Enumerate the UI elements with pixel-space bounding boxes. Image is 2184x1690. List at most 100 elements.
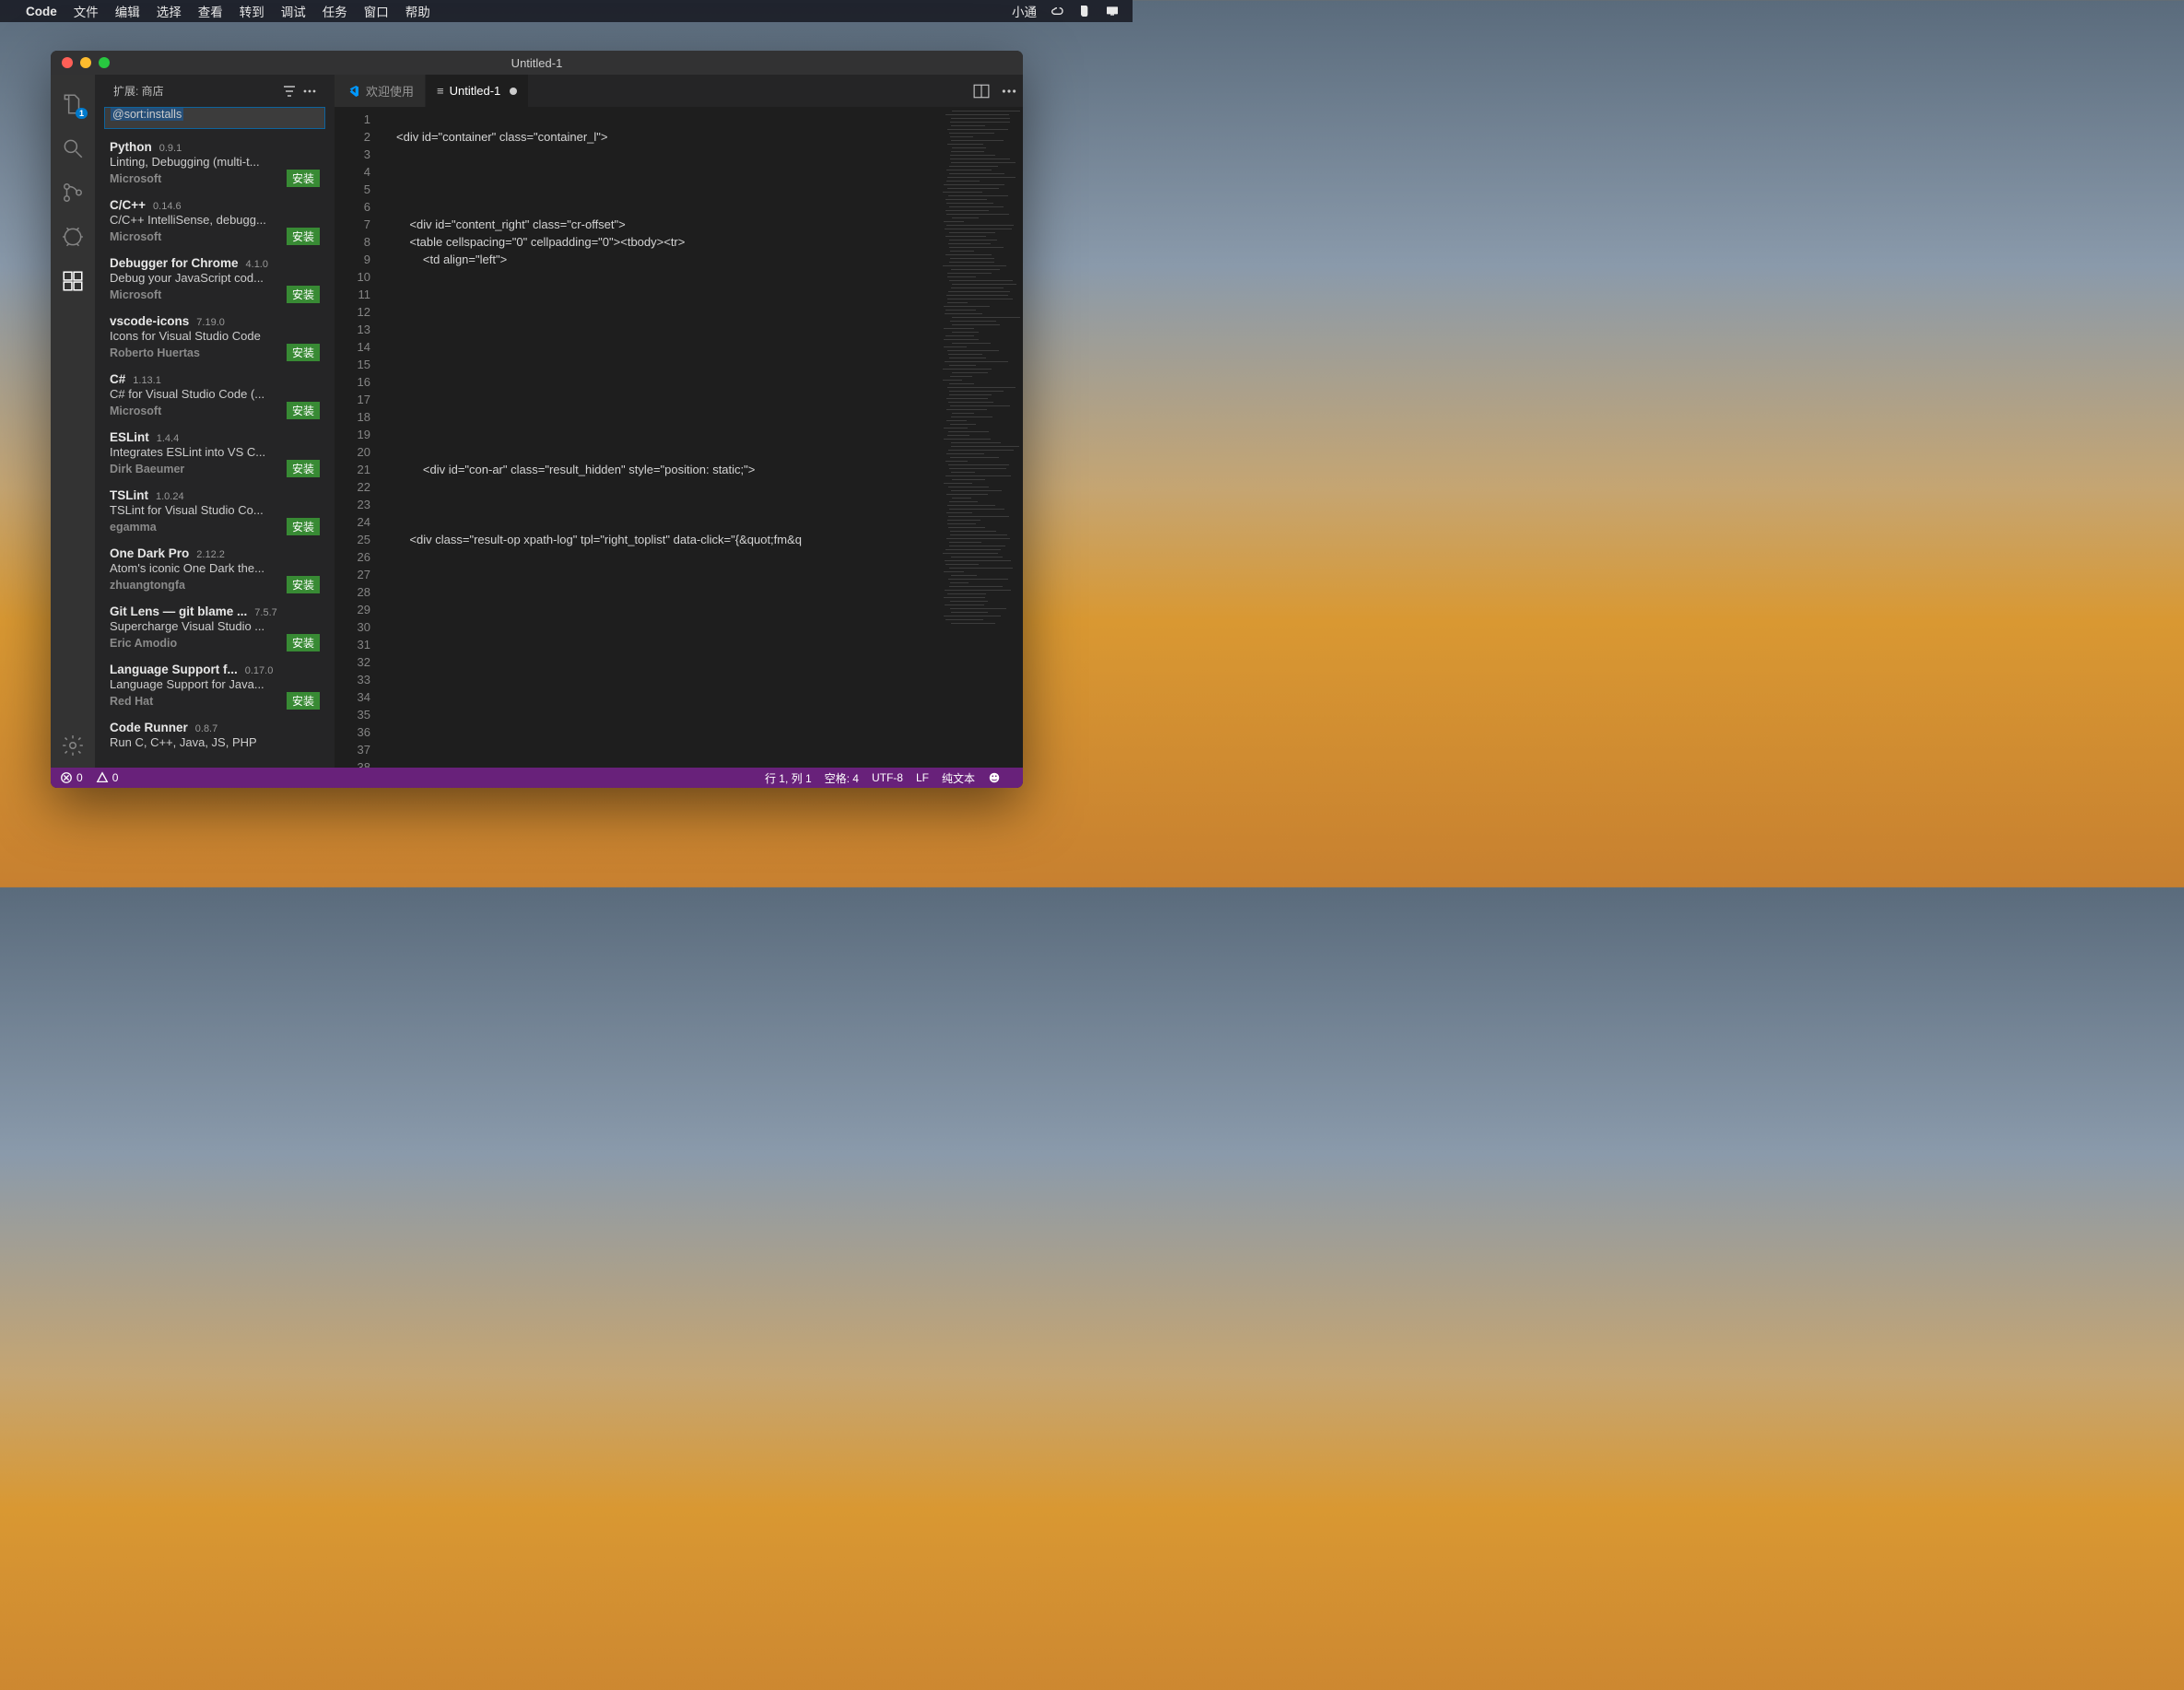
extension-item[interactable]: Python0.9.1 Linting, Debugging (multi-t.… xyxy=(95,135,335,193)
status-errors[interactable]: 0 xyxy=(60,771,83,784)
ext-name: Debugger for Chrome xyxy=(110,256,239,270)
ext-version: 0.14.6 xyxy=(153,201,182,212)
menu-go[interactable]: 转到 xyxy=(240,2,264,20)
status-encoding[interactable]: UTF-8 xyxy=(872,771,903,784)
minimize-window-button[interactable] xyxy=(80,57,91,68)
status-spaces[interactable]: 空格: 4 xyxy=(825,770,859,786)
ext-description: Debug your JavaScript cod... xyxy=(110,271,320,285)
menu-debug[interactable]: 调试 xyxy=(281,2,306,20)
editor-more-icon[interactable] xyxy=(995,75,1023,107)
tab-welcome-label: 欢迎使用 xyxy=(366,82,414,100)
ext-author: egamma xyxy=(110,521,157,534)
more-icon[interactable] xyxy=(299,81,320,101)
install-button[interactable]: 安装 xyxy=(287,344,320,361)
code-editor[interactable]: <div id="container" class="container_l">… xyxy=(385,107,935,768)
extensions-search-input[interactable]: @sort:installs xyxy=(104,107,325,129)
split-editor-icon[interactable] xyxy=(968,75,995,107)
ext-name: TSLint xyxy=(110,488,148,502)
unsaved-dot-icon xyxy=(510,88,517,95)
ext-version: 7.19.0 xyxy=(196,317,225,328)
ext-author: Microsoft xyxy=(110,288,161,301)
ext-author: Microsoft xyxy=(110,405,161,417)
ext-name: One Dark Pro xyxy=(110,546,189,560)
install-button[interactable]: 安装 xyxy=(287,460,320,477)
menu-view[interactable]: 查看 xyxy=(198,2,223,20)
feedback-smiley-icon[interactable] xyxy=(988,771,1001,784)
menu-app[interactable]: Code xyxy=(26,5,57,18)
maximize-window-button[interactable] xyxy=(99,57,110,68)
install-button[interactable]: 安装 xyxy=(287,170,320,187)
ext-description: Supercharge Visual Studio ... xyxy=(110,619,320,633)
ext-description: TSLint for Visual Studio Co... xyxy=(110,503,320,517)
extension-item[interactable]: ESLint1.4.4 Integrates ESLint into VS C.… xyxy=(95,425,335,483)
ext-version: 0.8.7 xyxy=(195,723,217,734)
traffic-lights xyxy=(51,57,110,68)
extension-item[interactable]: Language Support f... 0.17.0 Language Sup… xyxy=(95,657,335,715)
menu-help[interactable]: 帮助 xyxy=(405,2,430,20)
ext-description: Icons for Visual Studio Code xyxy=(110,329,320,343)
extensions-icon[interactable] xyxy=(51,259,95,303)
install-button[interactable]: 安装 xyxy=(287,518,320,535)
activity-bar: 1 xyxy=(51,75,95,768)
scm-icon[interactable] xyxy=(51,170,95,215)
extension-item[interactable]: One Dark Pro2.12.2 Atom's iconic One Dar… xyxy=(95,541,335,599)
filter-icon[interactable] xyxy=(279,81,299,101)
install-button[interactable]: 安装 xyxy=(287,228,320,245)
menu-file[interactable]: 文件 xyxy=(74,2,99,20)
ext-version: 1.4.4 xyxy=(157,433,179,444)
status-warnings[interactable]: 0 xyxy=(96,771,119,784)
menu-edit[interactable]: 编辑 xyxy=(115,2,140,20)
menu-tasks[interactable]: 任务 xyxy=(323,2,347,20)
extension-item[interactable]: TSLint 1.0.24 TSLint for Visual Studio Co… xyxy=(95,483,335,541)
window-title: Untitled-1 xyxy=(511,56,563,70)
search-icon[interactable] xyxy=(51,126,95,170)
sidebar-header: 扩展: 商店 xyxy=(95,75,335,107)
status-lang[interactable]: 纯文本 xyxy=(942,770,975,786)
line-gutter[interactable]: 1234567891011121314151617181920212223242… xyxy=(335,107,385,768)
ext-description: Language Support for Java... xyxy=(110,677,320,691)
menu-select[interactable]: 选择 xyxy=(157,2,182,20)
extensions-list[interactable]: Python0.9.1 Linting, Debugging (multi-t.… xyxy=(95,135,335,768)
status-eol[interactable]: LF xyxy=(916,771,929,784)
extension-item[interactable]: C#1.13.1 C# for Visual Studio Code (... … xyxy=(95,367,335,425)
ext-version: 2.12.2 xyxy=(196,549,225,560)
settings-gear-icon[interactable] xyxy=(51,723,95,768)
tab-welcome[interactable]: 欢迎使用 xyxy=(335,75,426,107)
menu-window[interactable]: 窗口 xyxy=(364,2,389,20)
minimap[interactable] xyxy=(935,107,1023,768)
ext-name: ESLint xyxy=(110,430,149,444)
install-button[interactable]: 安装 xyxy=(287,692,320,710)
ext-name: Code Runner xyxy=(110,721,188,734)
install-button[interactable]: 安装 xyxy=(287,286,320,303)
debug-icon[interactable] xyxy=(51,215,95,259)
vscode-window: Untitled-1 1 扩展: 商店 @sort:installs xyxy=(51,51,1023,788)
ext-description: Run C, C++, Java, JS, PHP xyxy=(110,735,320,749)
close-window-button[interactable] xyxy=(62,57,73,68)
status-ln-col[interactable]: 行 1, 列 1 xyxy=(765,770,812,786)
ext-description: Linting, Debugging (multi-t... xyxy=(110,155,320,169)
install-button[interactable]: 安装 xyxy=(287,576,320,593)
explorer-icon[interactable]: 1 xyxy=(51,82,95,126)
install-button[interactable]: 安装 xyxy=(287,402,320,419)
ext-author: zhuangtongfa xyxy=(110,579,185,592)
menubar-user[interactable]: 小通 xyxy=(1012,2,1037,20)
extension-item[interactable]: Debugger for Chrome4.1.0 Debug your Java… xyxy=(95,251,335,309)
editor-group: 欢迎使用 ≡ Untitled-1 1234567891011121314151… xyxy=(335,75,1023,768)
extension-item[interactable]: Git Lens — git blame ...7.5.7 Supercharg… xyxy=(95,599,335,657)
explorer-badge: 1 xyxy=(76,108,88,119)
titlebar: Untitled-1 xyxy=(51,51,1023,75)
display-icon[interactable] xyxy=(1105,4,1120,18)
install-button[interactable]: 安装 xyxy=(287,634,320,651)
tab-untitled[interactable]: ≡ Untitled-1 xyxy=(426,75,529,107)
ext-name: Language Support f... xyxy=(110,663,238,676)
sidebar-title: 扩展: 商店 xyxy=(113,83,279,99)
ext-version: 1.0.24 xyxy=(156,491,184,502)
evernote-icon[interactable] xyxy=(1077,4,1092,18)
file-icon: ≡ xyxy=(437,84,444,98)
extension-item[interactable]: C/C++0.14.6 C/C++ IntelliSense, debugg..… xyxy=(95,193,335,251)
ext-author: Red Hat xyxy=(110,695,153,708)
extension-item[interactable]: Code Runner 0.8.7 Run C, C++, Java, JS, P… xyxy=(95,715,335,756)
ext-version: 0.17.0 xyxy=(245,665,274,676)
extension-item[interactable]: vscode-icons7.19.0 Icons for Visual Stud… xyxy=(95,309,335,367)
creative-cloud-icon[interactable] xyxy=(1050,4,1064,18)
